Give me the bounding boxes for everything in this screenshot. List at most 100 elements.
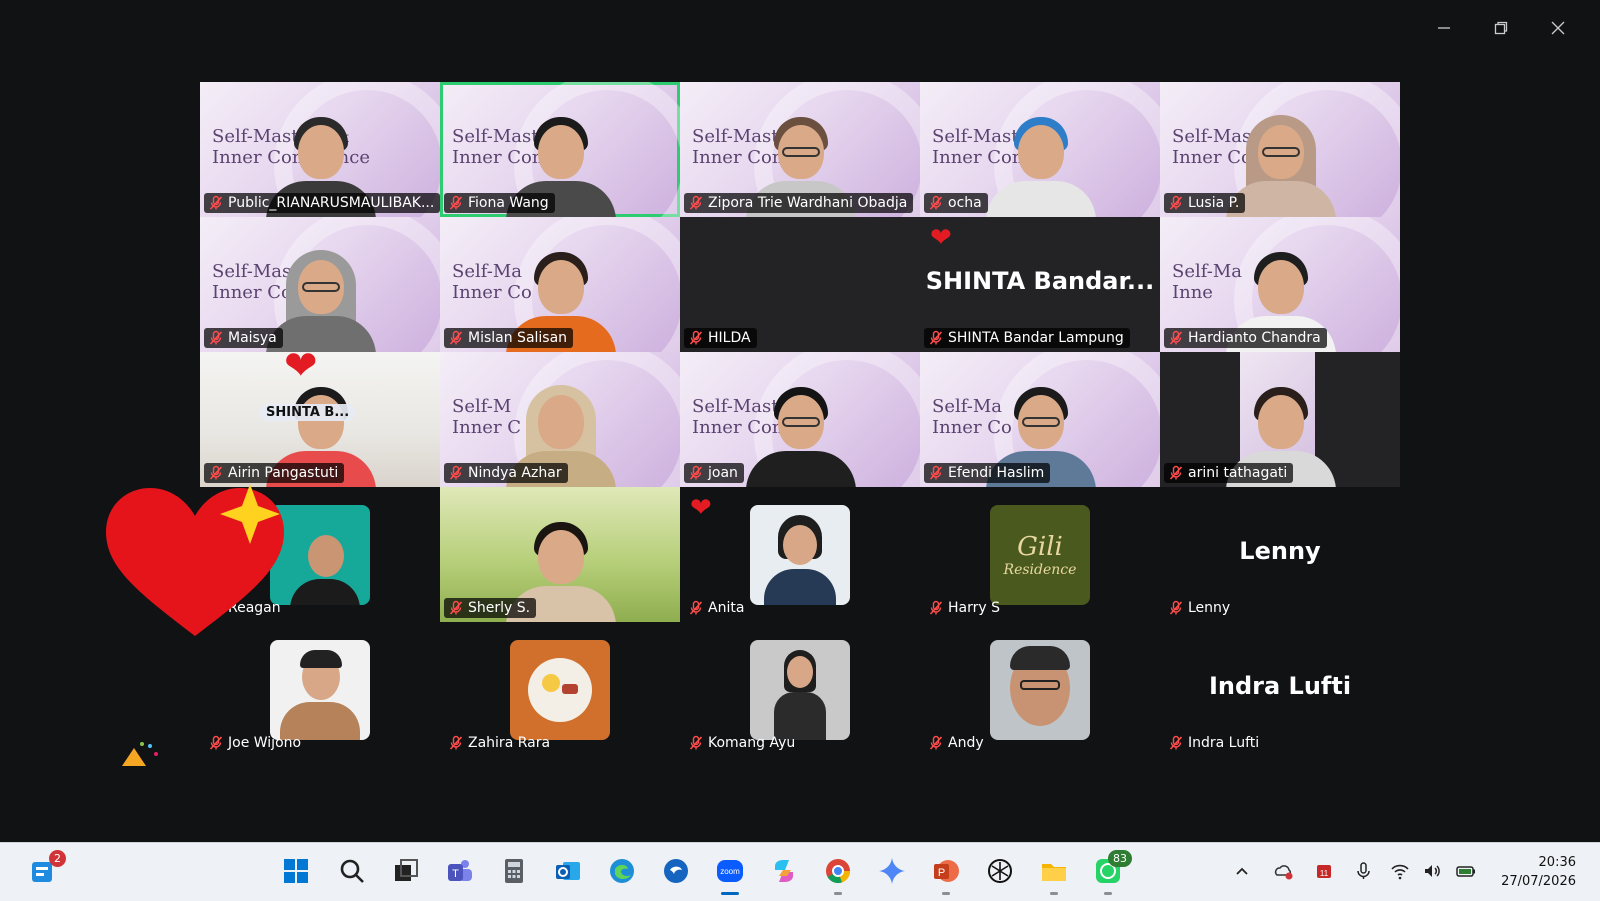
participant-tile[interactable]: Self-Ma Inne Hardianto Chandra (1160, 217, 1400, 352)
close-button[interactable] (1529, 14, 1586, 42)
participant-tile[interactable]: Komang Ayu (680, 622, 920, 757)
chevron-up-icon (1232, 861, 1252, 881)
taskbar-chatgpt-button[interactable] (982, 853, 1018, 889)
restore-icon (1494, 21, 1507, 35)
mic-muted-icon (448, 195, 464, 211)
participant-tile[interactable]: Self-Mas Inner Co Lusia P. (1160, 82, 1400, 217)
participant-tile[interactable]: SHINTA Bandar... ❤ SHINTA Bandar Lampung (920, 217, 1160, 352)
mic-muted-icon (208, 195, 224, 211)
svg-text:11: 11 (1320, 869, 1329, 878)
mic-muted-icon (688, 330, 704, 346)
participant-name: Airin Pangastuti (228, 465, 339, 481)
system-clock[interactable]: 20:36 27/07/2026 (1501, 853, 1576, 891)
task-view-icon (391, 856, 421, 886)
participant-tile[interactable]: Self-Maste Inner Confi Fiona Wang (440, 82, 680, 217)
participant-tile[interactable]: Self-Ma Inner Co Efendi Haslim (920, 352, 1160, 487)
clock-date: 27/07/2026 (1501, 874, 1576, 889)
tray-chevron-up-button[interactable] (1228, 857, 1256, 885)
outlook-icon (553, 856, 583, 886)
participant-tile[interactable]: Zahira Rara (440, 622, 680, 757)
participant-tile[interactable]: Sherly S. (440, 487, 680, 622)
participant-name-tag: Andy (924, 733, 990, 753)
participant-tile[interactable]: Self-Mastery Inner Confid Maisya (200, 217, 440, 352)
participant-tile[interactable]: Andy (920, 622, 1160, 757)
taskbar-copilot-button[interactable] (766, 853, 802, 889)
participant-tile[interactable]: arini tathagati (1160, 352, 1400, 487)
participant-name: Hardianto Chandra (1188, 330, 1321, 346)
taskbar-widgets-button[interactable]: 2 (24, 850, 66, 889)
tray-volume-button[interactable] (1418, 857, 1446, 885)
participant-name: joan (708, 465, 738, 481)
tray-mic-button[interactable] (1350, 857, 1378, 885)
grid-row: Self-Mastery Inner Confid Maisya Self-Ma Inn… (200, 217, 1400, 352)
participant-avatar (510, 640, 610, 740)
participant-name-tag: Sherly S. (444, 598, 537, 618)
wifi-icon (1390, 861, 1410, 881)
grid-row: ❤ SHINTA B... Airin Pangastuti Self-M Inner … (200, 352, 1400, 487)
calendar-icon: 11 (1314, 861, 1334, 881)
minimize-button[interactable] (1415, 14, 1472, 42)
tray-calendar-button[interactable]: 11 (1310, 857, 1338, 885)
onedrive-icon (1274, 861, 1294, 881)
participant-tile[interactable]: Lenny Lenny (1160, 487, 1400, 622)
powerpoint-icon: P (931, 856, 961, 886)
participant-name-tag: Anita (684, 598, 750, 618)
participant-tile[interactable]: Self-Mastery & Inner Confidence Public_RIA… (200, 82, 440, 217)
taskbar-outlook-button[interactable] (550, 853, 586, 889)
svg-text:P: P (938, 867, 945, 879)
copilot-icon (769, 856, 799, 886)
participant-tile[interactable]: Gili Residence Harry S (920, 487, 1160, 622)
taskbar-chrome-button[interactable] (820, 853, 856, 895)
mic-muted-icon (928, 735, 944, 751)
taskbar-gemini-button[interactable] (874, 853, 910, 889)
taskbar-whatsapp-button[interactable]: 83 (1090, 850, 1132, 895)
participant-name-tag: ocha (924, 193, 988, 213)
participant-name: Nindya Azhar (468, 465, 562, 481)
tray-battery-button[interactable] (1452, 857, 1480, 885)
participant-tile[interactable]: Self-Maste Inner Con Zipora Trie Wardhani … (680, 82, 920, 217)
participant-tile[interactable]: ❤ Anita (680, 487, 920, 622)
mic-muted-icon (688, 465, 704, 481)
tray-wifi-button[interactable] (1386, 857, 1414, 885)
participant-tile[interactable]: Self-Maste Inner Conf ocha (920, 82, 1160, 217)
participant-name: Komang Ayu (708, 735, 796, 751)
participant-tile[interactable]: Indra Lufti Indra Lufti (1160, 622, 1400, 757)
taskbar-file-explorer-button[interactable] (1036, 853, 1072, 895)
participant-name-tag: joan (684, 463, 744, 483)
restore-button[interactable] (1472, 14, 1529, 42)
tray-onedrive-button[interactable] (1270, 857, 1298, 885)
participant-tile[interactable]: HILDA (680, 217, 920, 352)
participant-name: Maisya (228, 330, 277, 346)
participant-tile[interactable]: Self-Ma Inner Co Mislan Salisan (440, 217, 680, 352)
video-grid: Self-Mastery & Inner Confidence Public_RIA… (200, 82, 1400, 757)
participant-tile[interactable]: Self-M Inner C Nindya Azhar (440, 352, 680, 487)
taskbar-teams-button[interactable]: T (442, 853, 478, 889)
participant-tile[interactable]: ❤ SHINTA B... Airin Pangastuti (200, 352, 440, 487)
mic-muted-icon (928, 600, 944, 616)
participant-name: SHINTA Bandar Lampung (948, 330, 1124, 346)
participant-name: Anita (708, 600, 745, 616)
taskbar-powerpoint-button[interactable]: P (928, 853, 964, 895)
calculator-icon (499, 856, 529, 886)
participant-name-tag: Hardianto Chandra (1164, 328, 1327, 348)
participant-display-name: SHINTA Bandar... (925, 267, 1155, 295)
mic-muted-icon (1168, 330, 1184, 346)
taskbar-shield-button[interactable] (658, 853, 694, 889)
taskbar-search-button[interactable] (334, 853, 370, 889)
taskbar-edge-button[interactable] (604, 853, 640, 889)
gemini-icon (877, 856, 907, 886)
participant-avatar (750, 505, 850, 605)
participant-name-tag: Lusia P. (1164, 193, 1246, 213)
window-controls (1415, 14, 1586, 42)
participant-name: Andy (948, 735, 984, 751)
participant-name: Fiona Wang (468, 195, 549, 211)
taskbar-calculator-button[interactable] (496, 853, 532, 889)
taskbar-start-button[interactable] (278, 853, 314, 889)
participant-tile[interactable]: Self-Maste Inner Confi joan (680, 352, 920, 487)
minimize-icon (1437, 27, 1450, 29)
taskbar-zoom-button[interactable]: zoom (712, 853, 748, 895)
participant-name-tag: Komang Ayu (684, 733, 801, 753)
participant-name-tag: HILDA (684, 328, 757, 348)
mic-muted-icon (208, 465, 224, 481)
taskbar-task-view-button[interactable] (388, 853, 424, 889)
